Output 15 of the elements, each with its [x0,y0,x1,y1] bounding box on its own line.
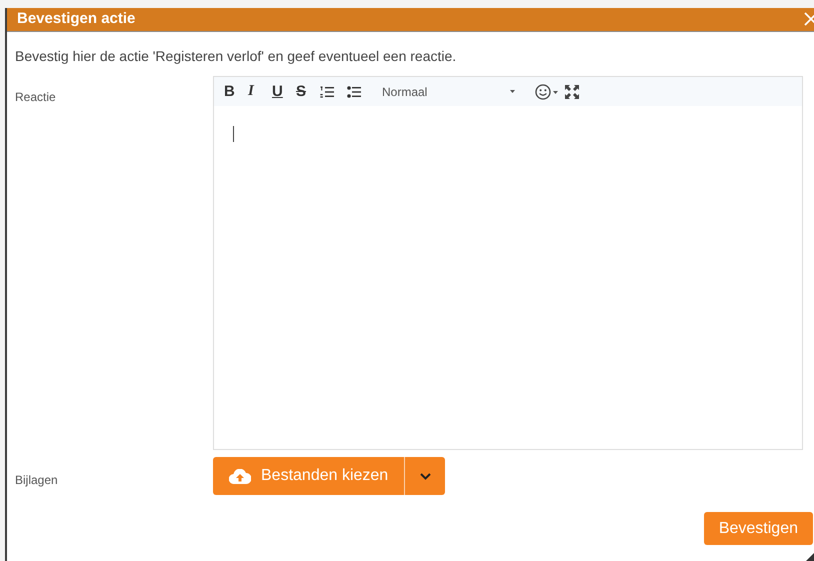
text-cursor [233,126,234,142]
chevron-down-icon [420,472,431,480]
cloud-upload-icon [229,468,251,484]
close-button[interactable] [804,12,814,28]
dialog-title: Bevestigen actie [17,9,136,30]
description-text: Bevestig hier de actie 'Registeren verlof' en geef eventueel een reactie. [14,47,458,66]
field-label: Bijlagen [15,473,58,487]
caret-icon [510,90,515,93]
underline-button[interactable]: U [272,84,296,99]
field-label: Reactie [15,90,56,104]
italic-button[interactable]: I [248,84,272,99]
format-dropdown[interactable]: Normaal [382,82,532,100]
rich-text-editor[interactable]: B I U S Normaal [213,76,803,450]
strikethrough-button[interactable]: S [296,84,320,99]
bold-button[interactable]: B [224,84,248,99]
